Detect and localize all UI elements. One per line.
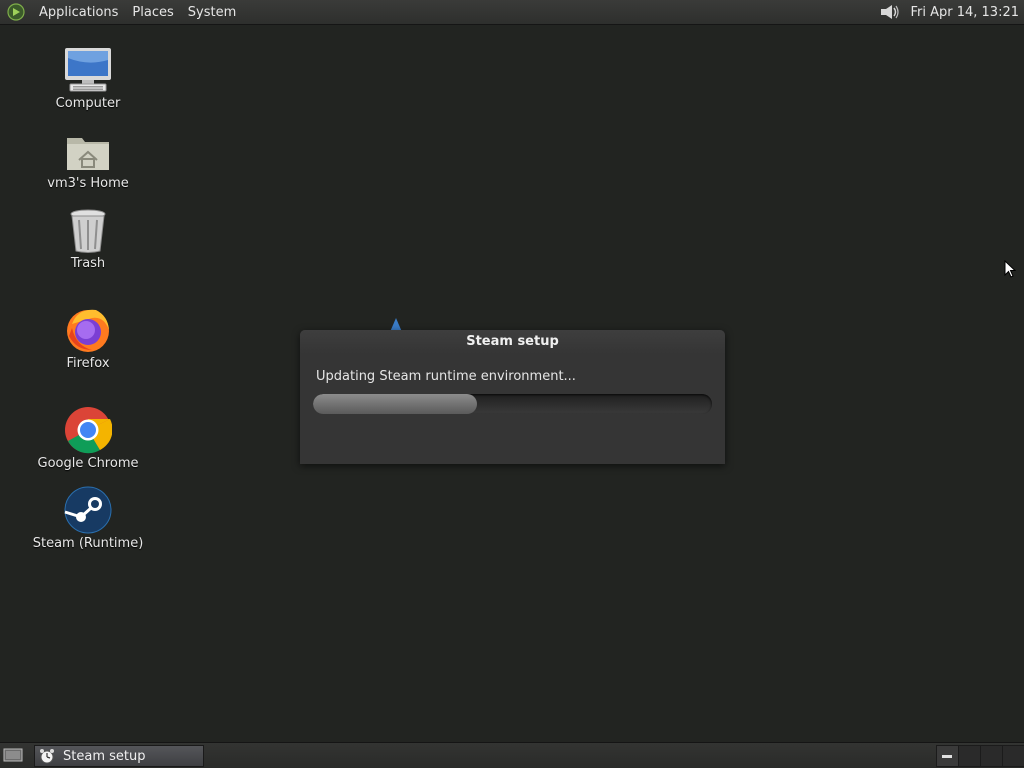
computer-icon	[62, 46, 114, 94]
desktop-icon-chrome[interactable]: Google Chrome	[28, 406, 148, 471]
desktop-icon-label: Computer	[55, 96, 121, 111]
desktop-icon-label: Google Chrome	[37, 456, 139, 471]
workspace-2[interactable]	[958, 745, 982, 767]
clock[interactable]: Fri Apr 14, 13:21	[910, 5, 1019, 20]
system-menu[interactable]: System	[181, 5, 243, 20]
gnome-foot-icon[interactable]	[6, 2, 26, 22]
mouse-cursor-icon	[1004, 260, 1016, 278]
chrome-icon	[62, 406, 114, 454]
taskbar-item-label: Steam setup	[63, 748, 146, 764]
bottom-panel: Steam setup	[0, 742, 1024, 768]
workspace-4[interactable]	[1002, 745, 1024, 767]
workspace-window-marker	[942, 755, 952, 758]
desktop-icon-home[interactable]: vm3's Home	[28, 126, 148, 191]
home-folder-icon	[62, 126, 114, 174]
workspace-1[interactable]	[936, 745, 960, 767]
dialog-title[interactable]: Steam setup	[300, 330, 725, 354]
progress-bar	[313, 394, 712, 414]
steam-icon	[62, 486, 114, 534]
desktop-icon-label: Trash	[70, 256, 106, 271]
show-desktop-icon[interactable]	[2, 746, 24, 764]
desktop-icon-trash[interactable]: Trash	[28, 206, 148, 271]
trash-icon	[62, 206, 114, 254]
steam-setup-dialog: Steam setup Updating Steam runtime envir…	[300, 330, 725, 464]
desktop-icon-firefox[interactable]: Firefox	[28, 306, 148, 371]
alarm-clock-icon	[40, 749, 54, 764]
desktop-icon-label: vm3's Home	[47, 176, 129, 191]
progress-bar-fill	[313, 394, 477, 414]
firefox-icon	[62, 306, 114, 354]
desktop-icon-steam[interactable]: Steam (Runtime)	[28, 486, 148, 551]
applications-menu[interactable]: Applications	[32, 5, 125, 20]
desktop-icon-computer[interactable]: Computer	[28, 46, 148, 111]
desktop-icon-label: Firefox	[66, 356, 110, 371]
taskbar-item-steam-setup[interactable]: Steam setup	[34, 745, 204, 767]
top-panel: Applications Places System Fri Apr 14, 1…	[0, 0, 1024, 25]
panel-tray: Fri Apr 14, 13:21	[878, 0, 1024, 24]
dialog-message: Updating Steam runtime environment...	[316, 369, 576, 384]
volume-icon[interactable]	[878, 2, 902, 22]
places-menu[interactable]: Places	[125, 5, 180, 20]
desktop-icon-label: Steam (Runtime)	[32, 536, 144, 551]
workspace-3[interactable]	[980, 745, 1004, 767]
